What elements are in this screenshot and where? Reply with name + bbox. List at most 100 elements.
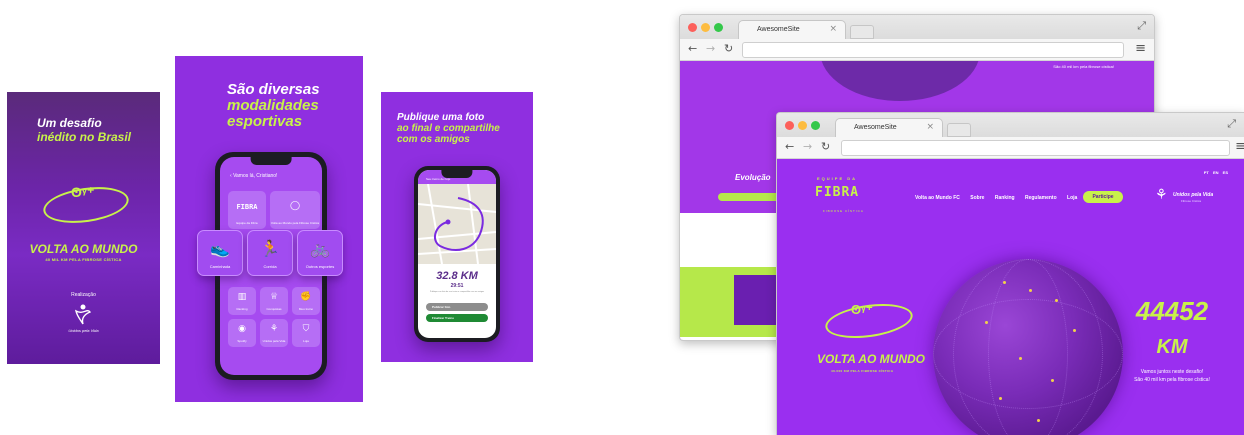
time-value: 29:51: [450, 283, 464, 289]
org-sub: Fibrose Cística: [1181, 199, 1202, 203]
tile-equipe-fibra[interactable]: FIBRA Equipe da Fibra: [228, 191, 266, 229]
lang-es[interactable]: ES: [1223, 170, 1228, 175]
screen-header-text: Vamos lá, Cristiano!: [233, 173, 278, 179]
tile-label: Spotify: [237, 339, 247, 343]
menu-icon[interactable]: ≡: [1135, 41, 1146, 56]
screen-header: ‹ Vamos lá, Cristiano!: [230, 173, 278, 179]
nav-regulamento[interactable]: Regulamento: [1025, 195, 1057, 201]
browser-tabbar: AwesomeSite × ⤢: [777, 113, 1244, 137]
close-tab-icon[interactable]: ×: [829, 24, 837, 34]
minimize-window-icon[interactable]: [701, 23, 710, 32]
route-map[interactable]: [418, 183, 496, 265]
publish-photo-button[interactable]: Publicar foto: [426, 303, 488, 311]
browser-window-front: AwesomeSite × ⤢ ← → ↻ ≡ PT EN ES EQUIPE …: [776, 112, 1244, 435]
realizacao-label: Realização: [71, 292, 96, 298]
equipe-fibra-icon: FIBRA: [236, 203, 258, 211]
reload-icon[interactable]: ↻: [821, 140, 830, 153]
unidos-pela-vida-icon: ⚘: [269, 324, 279, 334]
tile-label: Volta ao Mundo pela Fibrose Cística: [270, 221, 320, 225]
reload-icon[interactable]: ↻: [724, 42, 733, 55]
org-name: Unidos pela Vida: [68, 328, 99, 333]
brand-logo[interactable]: FIBRA: [815, 185, 859, 200]
minimize-window-icon[interactable]: [798, 121, 807, 130]
back-note: São 40 mil km pela fibrose cística!: [1053, 64, 1114, 69]
modalidades-panel: São diversas modalidades esportivas ‹ Va…: [175, 56, 363, 402]
close-window-icon[interactable]: [785, 121, 794, 130]
hero-title: VOLTA AO MUNDO: [817, 352, 925, 366]
modalidades-title-line2: modalidades: [227, 97, 319, 114]
language-switcher: PT EN ES: [1201, 170, 1228, 175]
lungs-icon: ʘᵞ⁺: [851, 302, 873, 317]
unidos-pela-vida-icon[interactable]: ⚘: [1155, 187, 1168, 203]
address-bar[interactable]: [841, 140, 1230, 156]
tile-outros-esportes[interactable]: 🚲 Outros esportes: [297, 230, 343, 276]
new-tab-button[interactable]: [850, 25, 874, 39]
maximize-window-icon[interactable]: [811, 121, 820, 130]
browser-tab[interactable]: AwesomeSite ×: [835, 118, 943, 137]
browser-tab[interactable]: AwesomeSite ×: [738, 20, 846, 39]
brand-subtitle: 40 MIL KM PELA FIBROSE CÍSTICA: [45, 257, 122, 262]
splash-panel: Um desafio inédito no Brasil ʘᵞ⁺ VOLTA A…: [7, 92, 160, 364]
tile-loja[interactable]: ⛉ Loja: [292, 319, 320, 347]
ranking-icon: ▥: [237, 292, 247, 302]
evolucao-label: Evolução: [735, 173, 771, 182]
close-tab-icon[interactable]: ×: [926, 122, 934, 132]
route-map-drawing: [418, 183, 496, 265]
tile-volta-ao-mundo[interactable]: ◯ Volta ao Mundo pela Fibrose Cística: [270, 191, 320, 229]
tile-label: Equipe da Fibra: [236, 221, 258, 225]
brand-top: EQUIPE DA: [817, 176, 858, 181]
nav-volta-ao-mundo[interactable]: Volta ao Mundo FC: [915, 195, 960, 201]
volta-ao-mundo-icon: ◯: [289, 201, 301, 211]
tile-unidos-pela-vida[interactable]: ⚘ Unidos pela Vida: [260, 319, 288, 347]
publique-panel: Publique uma foto ao final e compartilhe…: [381, 92, 533, 362]
tile-conquistas[interactable]: ♕ Conquistas: [260, 287, 288, 315]
lang-en[interactable]: EN: [1213, 170, 1219, 175]
map-dot: [1029, 289, 1032, 292]
participe-button[interactable]: Participe: [1083, 191, 1123, 203]
back-icon[interactable]: ←: [688, 42, 697, 55]
nav-ranking[interactable]: Ranking: [995, 195, 1015, 201]
phone-notch: [441, 170, 473, 178]
nav-loja[interactable]: Loja: [1067, 195, 1077, 201]
modalidades-title-line3: esportivas: [227, 113, 303, 130]
website-page: PT EN ES EQUIPE DA FIBRA FIBROSE CÍSTICA…: [777, 159, 1244, 435]
km-unit: KM: [1156, 336, 1188, 358]
new-tab-button[interactable]: [947, 123, 971, 137]
map-dot: [1073, 329, 1076, 332]
tile-corrida[interactable]: 🏃 Corrida: [247, 230, 293, 276]
publique-title: Publique uma foto ao final e compartilhe…: [397, 112, 500, 145]
tile-label: Ranking: [236, 307, 248, 311]
unidos-pela-vida-icon: [75, 304, 92, 325]
forward-icon[interactable]: →: [803, 140, 812, 153]
tile-caminhada[interactable]: 👟 Caminhada: [197, 230, 243, 276]
globe-parallel: [933, 299, 1123, 409]
fullscreen-icon[interactable]: ⤢: [1137, 19, 1146, 33]
tile-label: Outros esportes: [305, 264, 335, 269]
map-dot: [1019, 357, 1022, 360]
map-dot: [1051, 379, 1054, 382]
sneaker-icon: 👟: [210, 239, 230, 258]
nav-sobre[interactable]: Sobre: [970, 195, 984, 201]
km-counter: 44452: [1135, 296, 1209, 326]
tile-meu-treino[interactable]: ✊ Meu treino: [292, 287, 320, 315]
bicycle-icon: 🚲: [310, 239, 330, 258]
finish-training-button[interactable]: Finalizar Treino: [426, 314, 488, 322]
tile-label: Caminhada: [209, 264, 231, 269]
back-icon[interactable]: ←: [785, 140, 794, 153]
modalidades-title-line1: São diversas: [227, 81, 320, 98]
trophy-icon: ♕: [269, 292, 279, 302]
browser-tabbar: AwesomeSite × ⤢: [680, 15, 1154, 39]
tile-spotify[interactable]: ◉ Spotify: [228, 319, 256, 347]
forward-icon[interactable]: →: [706, 42, 715, 55]
close-window-icon[interactable]: [688, 23, 697, 32]
lang-pt[interactable]: PT: [1204, 170, 1209, 175]
brand-sub: FIBROSE CÍSTICA: [823, 209, 864, 213]
spotify-icon: ◉: [238, 324, 246, 334]
menu-icon[interactable]: ≡: [1235, 139, 1244, 154]
address-bar[interactable]: [742, 42, 1124, 58]
tile-ranking[interactable]: ▥ Ranking: [228, 287, 256, 315]
maximize-window-icon[interactable]: [714, 23, 723, 32]
browser-toolbar: ← → ↻ ≡: [680, 39, 1154, 61]
fullscreen-icon[interactable]: ⤢: [1227, 117, 1236, 131]
splash-title: Um desafio inédito no Brasil: [37, 116, 131, 144]
